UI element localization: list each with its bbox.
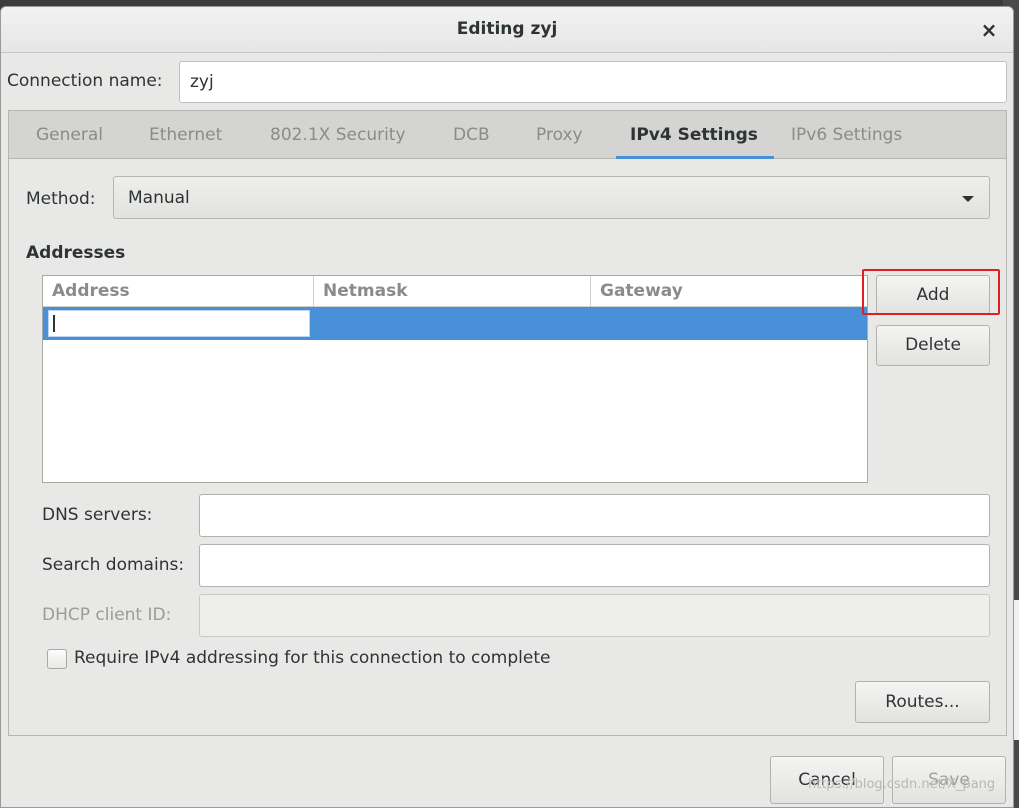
method-dropdown[interactable]: Manual	[113, 176, 990, 219]
edit-connection-dialog: Editing zyj × Connection name: General E…	[0, 6, 1014, 808]
tab-ipv6-settings[interactable]: IPv6 Settings	[791, 111, 902, 159]
routes-button[interactable]: Routes...	[855, 681, 990, 723]
column-header-gateway[interactable]: Gateway	[591, 276, 869, 307]
connection-name-input[interactable]	[179, 61, 1007, 103]
dialog-title: Editing zyj	[456, 19, 558, 39]
table-row[interactable]	[43, 307, 867, 340]
connection-name-label: Connection name:	[7, 71, 163, 91]
add-address-button[interactable]: Add	[876, 275, 990, 315]
tab-general[interactable]: General	[36, 111, 103, 159]
dns-servers-row: DNS servers:	[9, 494, 1006, 537]
column-header-netmask[interactable]: Netmask	[314, 276, 591, 307]
titlebar: Editing zyj ×	[1, 7, 1013, 53]
tab-dcb[interactable]: DCB	[453, 111, 490, 159]
tab-bar: General Ethernet 802.1X Security DCB Pro…	[9, 111, 1006, 159]
connection-name-row: Connection name:	[1, 61, 1013, 103]
close-icon[interactable]: ×	[975, 16, 1003, 44]
method-label: Method:	[26, 189, 96, 209]
search-domains-input[interactable]	[199, 544, 990, 587]
tab-ipv4-settings[interactable]: IPv4 Settings	[616, 111, 774, 159]
tab-ethernet[interactable]: Ethernet	[149, 111, 222, 159]
dhcp-client-id-label: DHCP client ID:	[42, 605, 172, 625]
save-button: Save	[892, 756, 1006, 804]
settings-notebook: General Ethernet 802.1X Security DCB Pro…	[8, 110, 1007, 736]
cancel-button[interactable]: Cancel	[770, 756, 884, 804]
dns-servers-label: DNS servers:	[42, 505, 153, 525]
delete-address-button[interactable]: Delete	[876, 325, 990, 366]
method-value: Manual	[128, 188, 190, 208]
table-header: Address Netmask Gateway	[43, 276, 867, 307]
column-header-address[interactable]: Address	[43, 276, 314, 307]
require-ipv4-checkbox[interactable]	[47, 649, 67, 669]
dns-servers-input[interactable]	[199, 494, 990, 537]
dhcp-client-id-input	[199, 594, 990, 637]
addresses-table[interactable]: Address Netmask Gateway	[42, 275, 868, 483]
dhcp-client-id-row: DHCP client ID:	[9, 594, 1006, 637]
search-domains-label: Search domains:	[42, 555, 185, 575]
text-cursor	[53, 315, 55, 332]
addresses-heading: Addresses	[26, 243, 126, 263]
tab-proxy[interactable]: Proxy	[536, 111, 583, 159]
address-cell-editor[interactable]	[48, 310, 310, 337]
tab-8021x-security[interactable]: 802.1X Security	[270, 111, 406, 159]
search-domains-row: Search domains:	[9, 544, 1006, 587]
chevron-down-icon	[962, 196, 974, 202]
require-ipv4-label[interactable]: Require IPv4 addressing for this connect…	[74, 648, 550, 668]
